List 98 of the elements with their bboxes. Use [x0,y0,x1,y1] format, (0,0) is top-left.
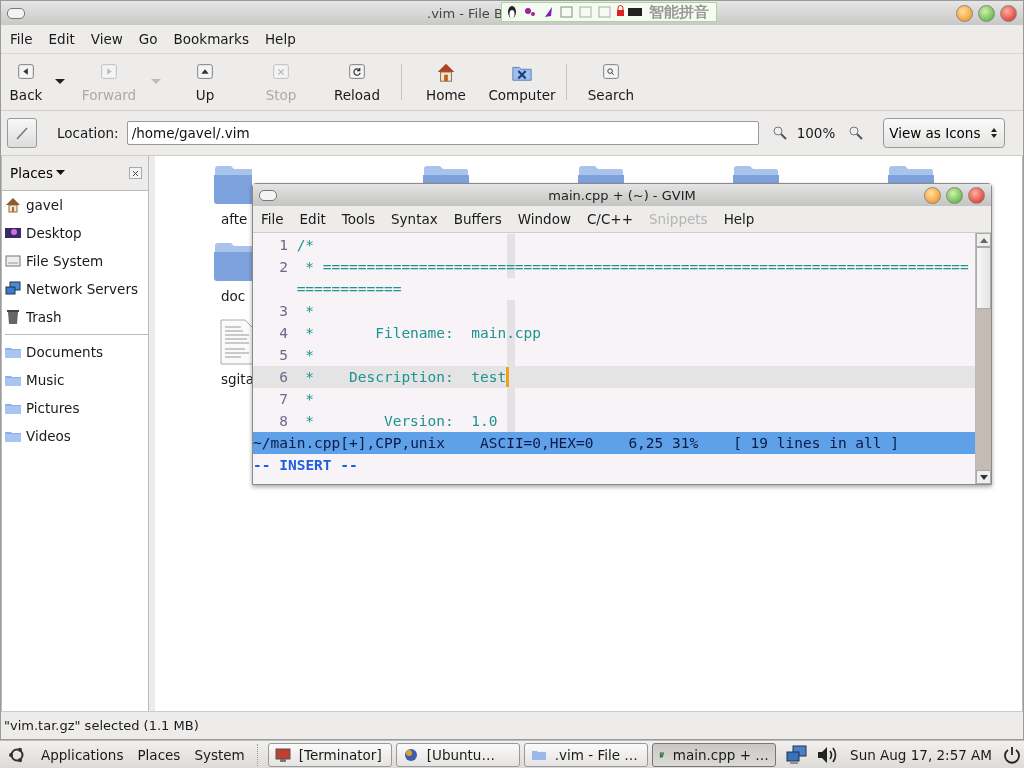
minimize-button[interactable] [956,4,973,22]
close-button[interactable] [129,167,142,179]
toolbar-button[interactable]: Search [573,54,649,110]
network-icon[interactable] [786,744,809,765]
sidebar-item[interactable]: Network Servers [26,281,138,297]
maximize-button[interactable] [946,186,963,204]
code-line: * [304,391,315,407]
line-number: 3 [278,303,289,319]
updown-arrows-icon [990,127,999,139]
sidebar-item[interactable]: gavel [26,197,63,213]
input-method-icons[interactable] [505,4,643,20]
menu-item[interactable]: Buffers [445,211,510,227]
menu-item[interactable]: Help [256,31,304,47]
toolbar-button[interactable]: Reload [319,54,395,110]
menu-item[interactable]: C/C++ [578,211,641,227]
line-number: 5 [278,347,289,363]
window-menu-button[interactable] [259,189,277,201]
network-icon[interactable] [5,281,21,297]
places-dropdown[interactable]: Places [10,165,65,181]
toolbar-button[interactable]: Computer [484,54,560,110]
file-name[interactable]: afte [221,211,248,227]
code-line: * ========================================================================== [304,259,969,275]
sidebar-item[interactable]: Pictures [26,400,80,416]
line-number: 8 [278,413,289,429]
code-line: * [304,347,315,363]
code-line: * Filename: main.cpp [304,325,542,341]
clock[interactable]: Sun Aug 17, 2:57 AM [850,746,992,763]
location-field[interactable]: /home/gavel/.vim [126,121,759,145]
sidebar-item[interactable]: Music [26,372,65,388]
line-number: 4 [278,325,289,341]
home-icon [435,61,457,83]
window-title: main.cpp + (~) - GVIM [548,187,696,203]
menu-item[interactable]: Window [509,211,579,227]
maximize-button[interactable] [978,4,995,22]
monitor-icon [274,746,291,763]
sidebar-item[interactable]: Desktop [26,225,82,241]
code-line: /* [296,237,315,253]
taskbar-button[interactable]: [Ubuntu… [395,742,520,767]
sidebar-item[interactable]: File System [26,253,104,269]
drive-icon[interactable] [5,253,21,269]
taskbar-button[interactable]: [Terminator] [267,742,392,767]
zoom-level: 100% [796,125,836,141]
menu-item[interactable]: Tools [333,211,383,227]
power-icon[interactable] [1002,744,1022,765]
toolbar-button[interactable]: Home [408,54,484,110]
sidebar-item[interactable]: Documents [26,344,103,360]
scroll-up-button[interactable] [976,233,991,247]
dropdown-arrow-icon[interactable] [55,79,65,85]
menu-item[interactable]: Edit [40,31,83,47]
menu-item[interactable]: Syntax [383,211,446,227]
close-icon [132,169,139,177]
folder-icon[interactable] [213,242,252,282]
panel-menu[interactable]: Places [132,746,186,763]
menu-item[interactable]: View [82,31,131,47]
menu-item[interactable]: File [2,31,41,47]
line-number: 6 [278,369,289,385]
path-toggle-button[interactable] [7,118,37,148]
line-number: 1 [278,237,289,253]
code-line: ============ [296,281,402,297]
panel-menu[interactable]: System [189,746,250,763]
menu-item[interactable]: Go [130,31,166,47]
menu-item[interactable]: Edit [291,211,334,227]
scroll-down-button[interactable] [976,470,991,484]
code-line: * Description: test [304,369,507,385]
window-menu-button[interactable] [7,7,25,19]
toolbar-button[interactable]: Up [167,54,243,110]
code-line: * [304,303,315,319]
taskbar-button[interactable]: .vim - File … [523,742,648,767]
minimize-button[interactable] [924,186,941,204]
text-cursor [506,367,510,387]
menu-item[interactable]: Bookmarks [165,31,257,47]
status-text: "vim.tar.gz" selected (1.1 MB) [4,718,199,733]
sidebar-item[interactable]: Videos [26,428,71,444]
menu-item[interactable]: Help [715,211,763,227]
down-arrow-icon [979,474,988,480]
line-number: 7 [278,391,289,407]
scrollbar-thumb[interactable] [976,247,991,309]
view-dropdown[interactable]: View as Icons [883,118,1006,148]
up-arrow-icon [979,237,988,243]
file-name[interactable]: doc [221,288,246,304]
home-icon[interactable] [5,197,21,213]
location-label: Location: [57,125,119,141]
folder-icon[interactable] [213,165,252,205]
desktop-icon[interactable] [5,225,21,241]
toolbar-button[interactable]: Back [1,54,51,110]
panel-logo-icon[interactable] [8,745,26,764]
panel-menu[interactable]: Applications [36,746,129,763]
mode-indicator: -- INSERT -- [253,456,359,475]
globe-icon [402,746,419,763]
sidebar-item[interactable]: Trash [26,309,62,325]
caret-icon [55,170,65,176]
zoom-out-icon[interactable] [770,124,789,142]
code-line: * Version: 1.0 [304,413,498,429]
line-number: 2 [278,259,289,275]
taskbar-button[interactable]: main.cpp + … [651,742,776,767]
trash-icon[interactable] [5,309,21,325]
menu-item[interactable]: File [253,211,292,227]
input-method-label: 智能拼音 [649,2,709,22]
